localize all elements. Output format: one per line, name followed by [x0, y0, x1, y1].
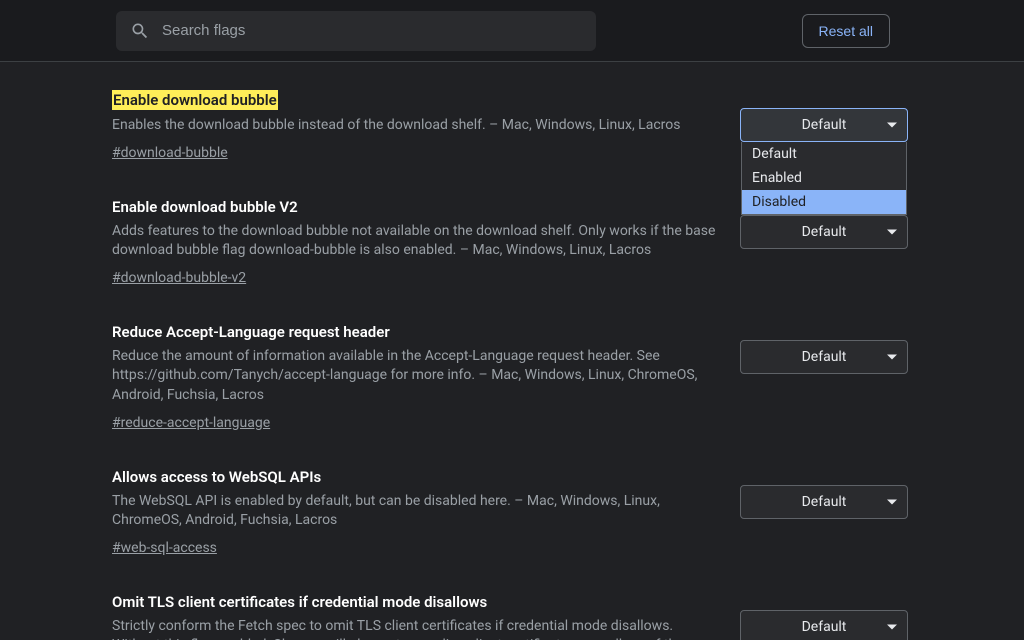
flag-hash-link[interactable]: #download-bubble [112, 145, 228, 161]
flag-row: Reduce Accept-Language request header Red… [112, 322, 908, 431]
flag-select[interactable]: Default [740, 340, 908, 374]
flag-select-value: Default [802, 494, 847, 510]
flag-control: Default [740, 592, 908, 640]
flag-title: Enable download bubble V2 [112, 198, 298, 216]
flags-list: Enable download bubble Enables the downlo… [0, 62, 1024, 640]
flag-description: Enables the download bubble instead of t… [112, 116, 716, 136]
flag-select[interactable]: DefaultDefaultEnabledDisabled [740, 108, 908, 142]
flag-hash-link[interactable]: #download-bubble-v2 [112, 270, 246, 286]
flag-hash-link[interactable]: #reduce-accept-language [112, 415, 270, 431]
flag-info: Enable download bubble Enables the downlo… [112, 90, 740, 161]
flag-select-value: Default [802, 224, 847, 240]
search-input[interactable] [162, 22, 582, 39]
flag-select-value: Default [802, 117, 847, 133]
flag-select-dropdown: DefaultEnabledDisabled [741, 142, 907, 215]
flag-row: Enable download bubble Enables the downlo… [112, 90, 908, 161]
search-field-wrap[interactable] [116, 11, 596, 51]
header-bar: Reset all [0, 0, 1024, 62]
flag-select[interactable]: Default [740, 215, 908, 249]
flag-select[interactable]: Default [740, 610, 908, 640]
flag-hash-link[interactable]: #web-sql-access [112, 540, 217, 556]
flag-info: Reduce Accept-Language request header Red… [112, 322, 740, 431]
chevron-down-icon [887, 354, 897, 359]
chevron-down-icon [887, 499, 897, 504]
flag-description: Strictly conform the Fetch spec to omit … [112, 617, 716, 640]
flag-select-option[interactable]: Enabled [742, 166, 906, 190]
flag-info: Enable download bubble V2 Adds features t… [112, 197, 740, 286]
chevron-down-icon [887, 123, 897, 128]
flag-select-option[interactable]: Default [742, 142, 906, 166]
chevron-down-icon [887, 624, 897, 629]
flag-title: Reduce Accept-Language request header [112, 323, 390, 341]
flag-description: Adds features to the download bubble not… [112, 222, 716, 261]
flag-title: Omit TLS client certificates if credenti… [112, 593, 487, 611]
flag-title: Enable download bubble [112, 90, 278, 110]
flag-description: The WebSQL API is enabled by default, bu… [112, 492, 716, 531]
flag-info: Omit TLS client certificates if credenti… [112, 592, 740, 640]
flag-description: Reduce the amount of information availab… [112, 347, 716, 406]
flag-select-value: Default [802, 619, 847, 635]
flag-select[interactable]: Default [740, 485, 908, 519]
flag-row: Omit TLS client certificates if credenti… [112, 592, 908, 640]
flag-title: Allows access to WebSQL APIs [112, 468, 321, 486]
flag-info: Allows access to WebSQL APIs The WebSQL A… [112, 467, 740, 556]
flag-select-value: Default [802, 349, 847, 365]
reset-all-button[interactable]: Reset all [802, 14, 890, 48]
flag-select-option[interactable]: Disabled [742, 190, 906, 214]
search-icon [130, 21, 150, 41]
flag-row: Allows access to WebSQL APIs The WebSQL A… [112, 467, 908, 556]
chevron-down-icon [887, 229, 897, 234]
flag-control: Default [740, 467, 908, 519]
flag-control: DefaultDefaultEnabledDisabled [740, 90, 908, 142]
flag-control: Default [740, 322, 908, 374]
